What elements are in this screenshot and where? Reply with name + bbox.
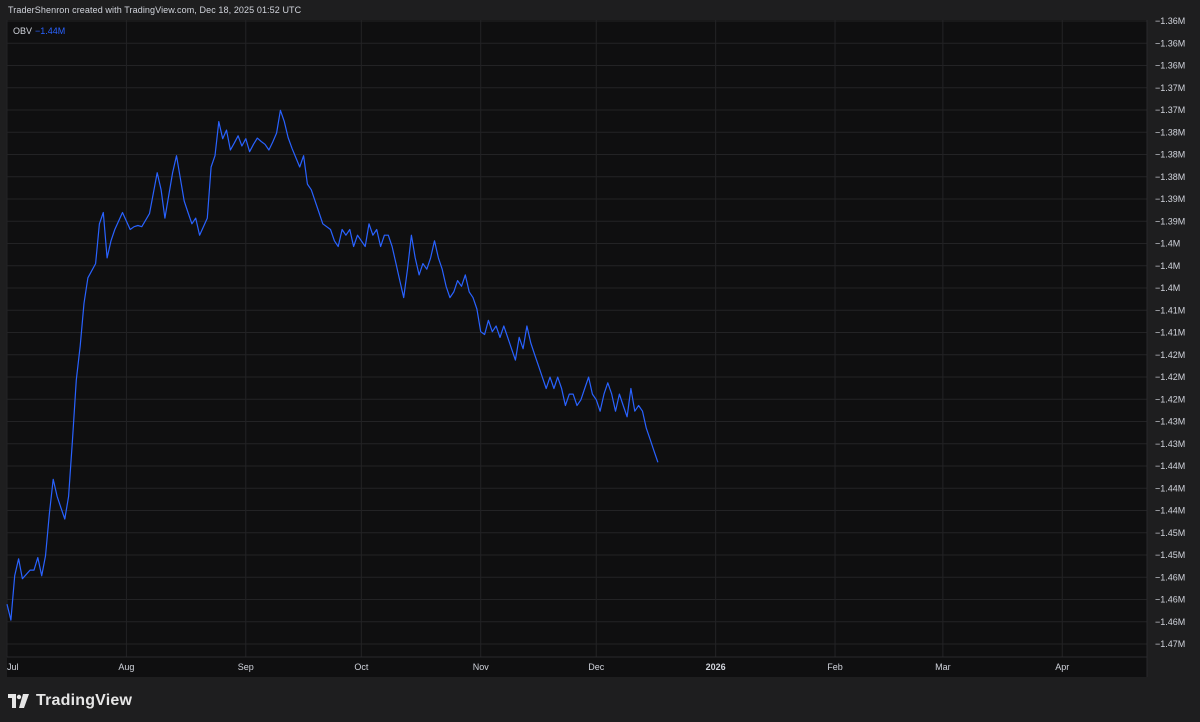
x-tick-label: Apr — [1055, 662, 1069, 672]
y-tick-label: −1.36M — [1155, 38, 1185, 48]
y-tick-label: −1.38M — [1155, 150, 1185, 160]
y-tick-label: −1.4M — [1155, 239, 1180, 249]
y-tick-label: −1.45M — [1155, 550, 1185, 560]
y-tick-label: −1.42M — [1155, 372, 1185, 382]
plot-background[interactable] — [7, 20, 1147, 657]
y-tick-label: −1.47M — [1155, 639, 1185, 649]
y-tick-label: −1.42M — [1155, 394, 1185, 404]
legend-indicator-name[interactable]: OBV — [13, 26, 32, 36]
y-tick-label: −1.44M — [1155, 461, 1185, 471]
y-axis-ticks: −1.36M −1.36M −1.36M −1.37M −1.37M −1.38M −1.3… — [1155, 16, 1185, 649]
x-tick-label: Mar — [935, 662, 951, 672]
y-tick-label: −1.36M — [1155, 61, 1185, 71]
y-tick-label: −1.46M — [1155, 595, 1185, 605]
y-tick-label: −1.45M — [1155, 528, 1185, 538]
x-axis — [7, 657, 1147, 677]
y-tick-label: −1.43M — [1155, 439, 1185, 449]
y-tick-label: −1.36M — [1155, 16, 1185, 26]
y-tick-label: −1.37M — [1155, 83, 1185, 93]
x-tick-label: Sep — [238, 662, 254, 672]
y-tick-label: −1.44M — [1155, 483, 1185, 493]
y-tick-label: −1.39M — [1155, 216, 1185, 226]
y-tick-label: −1.44M — [1155, 506, 1185, 516]
y-tick-label: −1.43M — [1155, 417, 1185, 427]
x-tick-label: 2026 — [706, 662, 726, 672]
y-tick-label: −1.37M — [1155, 105, 1185, 115]
y-tick-label: −1.38M — [1155, 172, 1185, 182]
x-tick-label: Feb — [827, 662, 843, 672]
brand-name: TradingView — [36, 692, 133, 709]
tradingview-logo-icon — [8, 694, 29, 708]
y-tick-label: −1.38M — [1155, 127, 1185, 137]
y-tick-label: −1.42M — [1155, 350, 1185, 360]
y-tick-label: −1.41M — [1155, 328, 1185, 338]
chart-area[interactable]: Jul Aug Sep Oct Nov Dec 2026 Feb Mar Apr −1.36M−1… — [0, 0, 1200, 690]
x-tick-label: Oct — [354, 662, 369, 672]
tradingview-brand[interactable]: TradingView — [8, 690, 132, 712]
x-tick-label: Jul — [7, 662, 19, 672]
y-tick-label: −1.39M — [1155, 194, 1185, 204]
x-tick-label: Aug — [118, 662, 134, 672]
x-tick-label: Nov — [473, 662, 490, 672]
x-tick-label: Dec — [588, 662, 605, 672]
y-tick-label: −1.46M — [1155, 617, 1185, 627]
y-tick-label: −1.46M — [1155, 572, 1185, 582]
y-tick-label: −1.41M — [1155, 305, 1185, 315]
y-tick-label: −1.4M — [1155, 261, 1180, 271]
legend-indicator-value: −1.44M — [35, 26, 65, 36]
y-tick-label: −1.4M — [1155, 283, 1180, 293]
